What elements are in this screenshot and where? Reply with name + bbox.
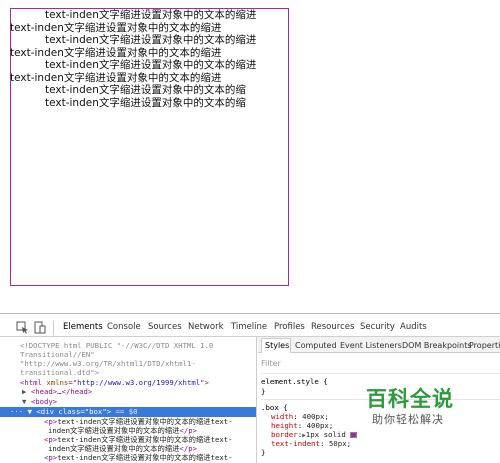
demo-paragraph: text-inden文字缩进设置对象中的文本的缩进 text-inden文字缩进…	[10, 9, 289, 109]
tab-timeline[interactable]: Timeline	[231, 322, 267, 332]
box-rule-selector[interactable]: .box {	[261, 403, 288, 412]
tab-elements[interactable]: Elements	[63, 322, 103, 332]
color-swatch-icon[interactable]	[350, 432, 358, 438]
dom-node-doctype[interactable]: transitional.dtd">	[20, 368, 256, 377]
page-viewport: text-inden文字缩进设置对象中的文本的缩进 text-inden文字缩进…	[0, 0, 500, 313]
dom-node-doctype[interactable]: "http://www.w3.org/TR/xhtml1/DTD/xhtml1-	[20, 359, 256, 368]
tab-resources[interactable]: Resources	[311, 322, 354, 332]
dom-node-body[interactable]: ▼ <body>	[22, 397, 256, 406]
section-divider	[261, 373, 500, 374]
tab-network[interactable]: Network	[188, 322, 224, 332]
tab-profiles[interactable]: Profiles	[274, 322, 305, 332]
tab-event-listeners[interactable]: Event Listeners	[340, 341, 402, 350]
tab-properties[interactable]: Properties	[469, 341, 500, 350]
dom-node-p-text[interactable]: inden文字缩进设置对象中的文本的缩进</p>	[48, 444, 256, 453]
tab-audits[interactable]: Audits	[400, 322, 427, 332]
demo-line: text-inden文字缩进设置对象中的文本的缩进	[10, 46, 222, 59]
demo-line: text-inden文字缩进设置对象中的文本的缩进	[10, 21, 222, 34]
dom-node-div-selected[interactable]: ··· ▼ <div class="box"> == $0	[0, 407, 256, 417]
tab-console[interactable]: Console	[107, 322, 141, 332]
css-prop-height[interactable]: height: 400px;	[271, 421, 333, 430]
demo-line: text-inden文字缩进设置对象中的文本的缩	[45, 96, 246, 109]
tab-dom-breakpoints[interactable]: DOM Breakpoints	[402, 341, 472, 350]
tab-styles[interactable]: Styles	[265, 341, 289, 350]
dom-tree: <!DOCTYPE html PUBLIC "-//W3C//DTD XHTML…	[0, 337, 257, 463]
dom-node-html[interactable]: <html xmlns="http://www.w3.org/1999/xhtm…	[20, 378, 256, 387]
watermark-title: 百科全说	[366, 387, 454, 411]
dom-node-doctype[interactable]: Transitional//EN"	[20, 350, 256, 359]
demo-line: text-inden文字缩进设置对象中的文本的缩进	[45, 9, 257, 21]
watermark-logo: 百科全说 助你轻松解决	[356, 383, 466, 429]
collapse-triangle-icon[interactable]: ▼	[22, 397, 26, 406]
demo-line: text-inden文字缩进设置对象中的文本的缩进	[10, 71, 222, 84]
device-mode-icon[interactable]	[33, 321, 46, 334]
demo-line: text-inden文字缩进设置对象中的文本的缩	[45, 84, 246, 96]
demo-line: text-inden文字缩进设置对象中的文本的缩进	[45, 34, 257, 46]
demo-line: text-inden文字缩进设置对象中的文本的缩进	[45, 59, 257, 71]
dom-node-p[interactable]: <p>text-inden文字缩进设置对象中的文本的缩进text-	[44, 417, 256, 426]
styles-filter-input[interactable]: Filter	[261, 359, 281, 368]
tab-sources[interactable]: Sources	[148, 322, 182, 332]
watermark-subtitle: 助你轻松解决	[372, 413, 444, 426]
element-style-rule[interactable]: element.style {	[261, 377, 328, 386]
tab-computed[interactable]: Computed	[295, 341, 337, 350]
inspect-cursor-icon[interactable]	[16, 321, 29, 334]
expand-triangle-icon[interactable]: ▶	[22, 387, 26, 396]
devtools-toolbar: Elements Console Sources Network Timelin…	[0, 317, 500, 337]
dom-node-doctype[interactable]: <!DOCTYPE html PUBLIC "-//W3C//DTD XHTML…	[20, 341, 256, 350]
dom-node-p[interactable]: <p>text-inden文字缩进设置对象中的文本的缩进text-	[44, 435, 256, 444]
toolbar-divider	[53, 321, 54, 335]
css-prop-text-indent[interactable]: text-indent: 50px;	[271, 439, 351, 448]
element-style-close: }	[261, 387, 266, 396]
styles-tabbar: Styles Computed Event Listeners DOM Brea…	[258, 337, 500, 353]
box-rule-close: }	[261, 448, 266, 457]
css-prop-width[interactable]: width: 400px;	[271, 412, 329, 421]
tab-security[interactable]: Security	[360, 322, 395, 332]
dom-node-p-text[interactable]: inden文字缩进设置对象中的文本的缩进</p>	[48, 426, 256, 435]
dom-node-head[interactable]: ▶ <head>…</head>	[22, 387, 256, 396]
